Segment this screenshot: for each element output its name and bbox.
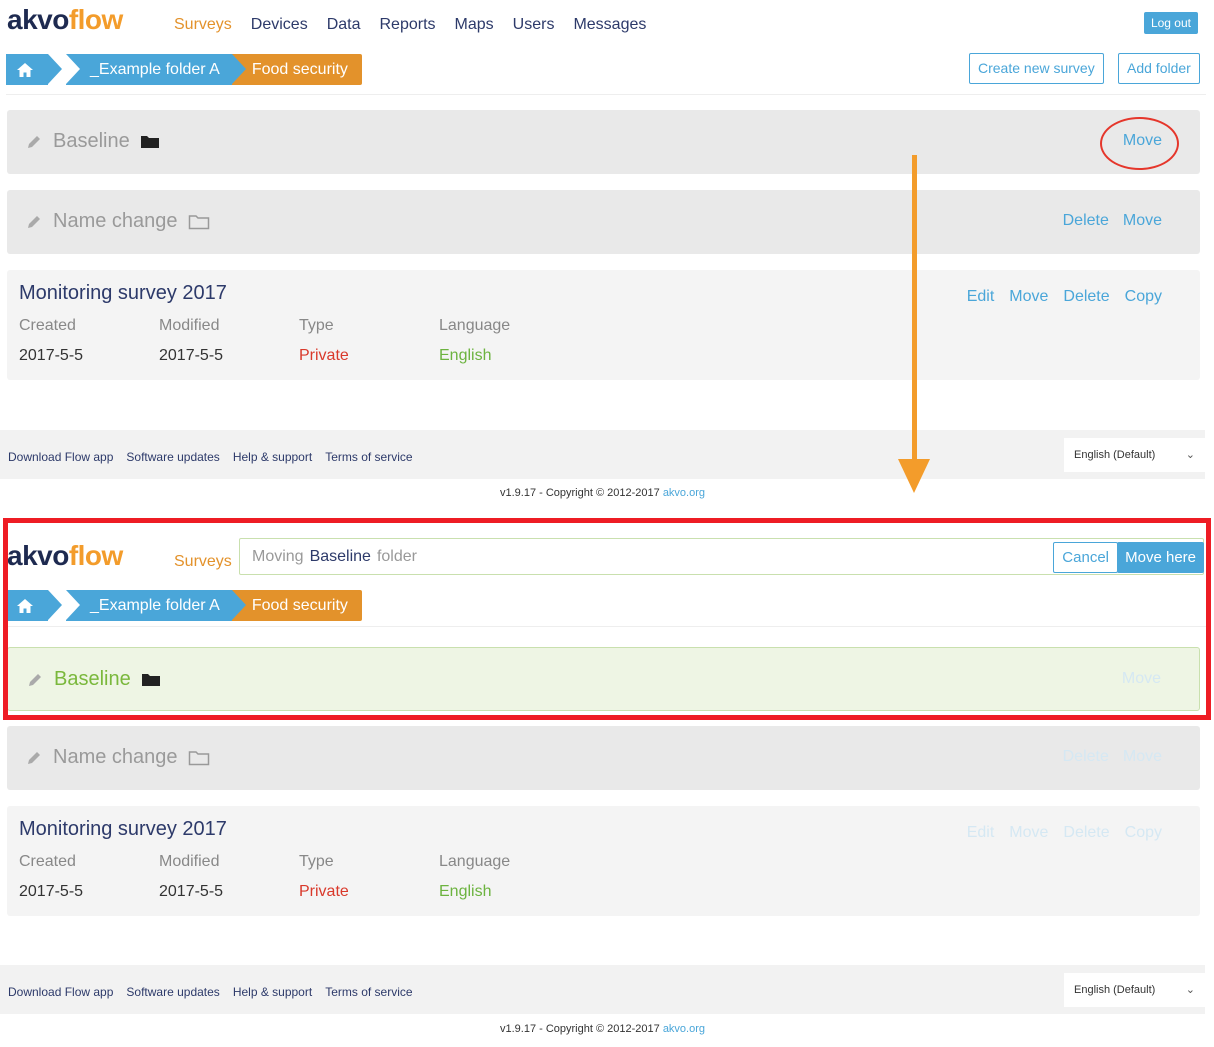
pencil-icon[interactable] [25,749,43,767]
survey-card[interactable]: Monitoring survey 2017 Edit Move Delete … [7,806,1200,916]
survey-language: English [439,347,492,364]
survey-title[interactable]: Monitoring survey 2017 [19,282,227,305]
nav-reports[interactable]: Reports [380,16,436,34]
created-date: 2017-5-5 [19,347,84,364]
footer: Download Flow app Software updates Help … [0,965,1205,1014]
terms-link[interactable]: Terms of service [325,450,412,464]
copy-button-disabled: Copy [1124,824,1162,841]
created-date: 2017-5-5 [19,883,84,900]
akvoflow-logo[interactable]: akvoflow [7,4,123,36]
folder-name[interactable]: Name change [53,746,178,769]
edit-button[interactable]: Edit [967,288,995,306]
software-updates-link[interactable]: Software updates [126,985,219,999]
breadcrumb-current[interactable]: Food security [231,54,362,85]
nav-devices[interactable]: Devices [251,16,308,34]
folder-row-baseline[interactable]: Baseline Move [7,110,1200,174]
survey-type: Private [299,347,349,364]
help-support-link[interactable]: Help & support [233,985,312,999]
highlight-box [3,518,1211,720]
create-survey-button[interactable]: Create new survey [969,53,1104,84]
footer: Download Flow app Software updates Help … [0,430,1205,479]
nav-maps[interactable]: Maps [455,16,494,34]
nav-users[interactable]: Users [513,16,555,34]
terms-link[interactable]: Terms of service [325,985,412,999]
breadcrumb-folder[interactable]: _Example folder A [66,54,246,85]
move-button[interactable]: Move [1123,212,1162,230]
folder-name[interactable]: Baseline [53,130,130,153]
chevron-down-icon: ⌄ [1185,449,1195,461]
main-nav: Surveys Devices Data Reports Maps Users … [174,16,646,34]
delete-button-disabled: Delete [1063,824,1110,841]
divider [6,94,1206,95]
survey-card[interactable]: Monitoring survey 2017 Edit Move Delete … [7,270,1200,380]
copy-button[interactable]: Copy [1125,288,1162,306]
move-button-disabled: Move [1009,824,1049,841]
add-folder-button[interactable]: Add folder [1118,53,1200,84]
akvo-link[interactable]: akvo.org [663,487,705,499]
edit-button-disabled: Edit [966,824,995,841]
home-icon [17,62,33,77]
breadcrumb: _Example folder A Food security [6,54,362,85]
logout-button[interactable]: Log out [1143,12,1198,34]
survey-title[interactable]: Monitoring survey 2017 [19,818,227,841]
copyright: v1.9.17 - Copyright © 2012-2017 akvo.org [499,487,706,499]
modified-date: 2017-5-5 [159,347,224,364]
screen-before: akvoflow Surveys Devices Data Reports Ma… [0,0,1214,510]
help-support-link[interactable]: Help & support [233,450,312,464]
delete-button[interactable]: Delete [1063,288,1109,306]
nav-messages[interactable]: Messages [573,16,646,34]
arrow-shaft [912,155,917,460]
delete-button-disabled: Delete [1062,748,1109,765]
folder-filled-icon [140,135,159,148]
modified-date: 2017-5-5 [159,883,224,900]
highlight-circle [1100,117,1179,170]
survey-type: Private [299,883,349,900]
nav-data[interactable]: Data [327,16,361,34]
pencil-icon[interactable] [25,133,43,151]
download-app-link[interactable]: Download Flow app [8,450,113,464]
move-button[interactable]: Move [1009,288,1048,306]
survey-language: English [439,883,492,900]
folder-outline-icon [188,750,209,765]
pencil-icon[interactable] [25,213,43,231]
download-app-link[interactable]: Download Flow app [8,985,113,999]
folder-outline-icon [188,214,209,229]
arrow-down-icon [898,459,930,493]
folder-row-name-change[interactable]: Name change Delete Move [7,190,1200,254]
copyright: v1.9.17 - Copyright © 2012-2017 akvo.org [499,1023,706,1035]
software-updates-link[interactable]: Software updates [126,450,219,464]
folder-name[interactable]: Name change [53,210,178,233]
folder-row-name-change[interactable]: Name change Delete Move [7,726,1200,790]
nav-surveys[interactable]: Surveys [174,16,232,34]
language-select[interactable]: English (Default) ⌄ [1064,438,1205,472]
move-button-disabled: Move [1122,748,1162,765]
language-select[interactable]: English (Default) ⌄ [1064,973,1205,1007]
delete-button[interactable]: Delete [1063,212,1109,230]
breadcrumb-home[interactable] [6,54,62,85]
akvo-link[interactable]: akvo.org [663,1023,705,1035]
chevron-down-icon: ⌄ [1185,984,1195,996]
